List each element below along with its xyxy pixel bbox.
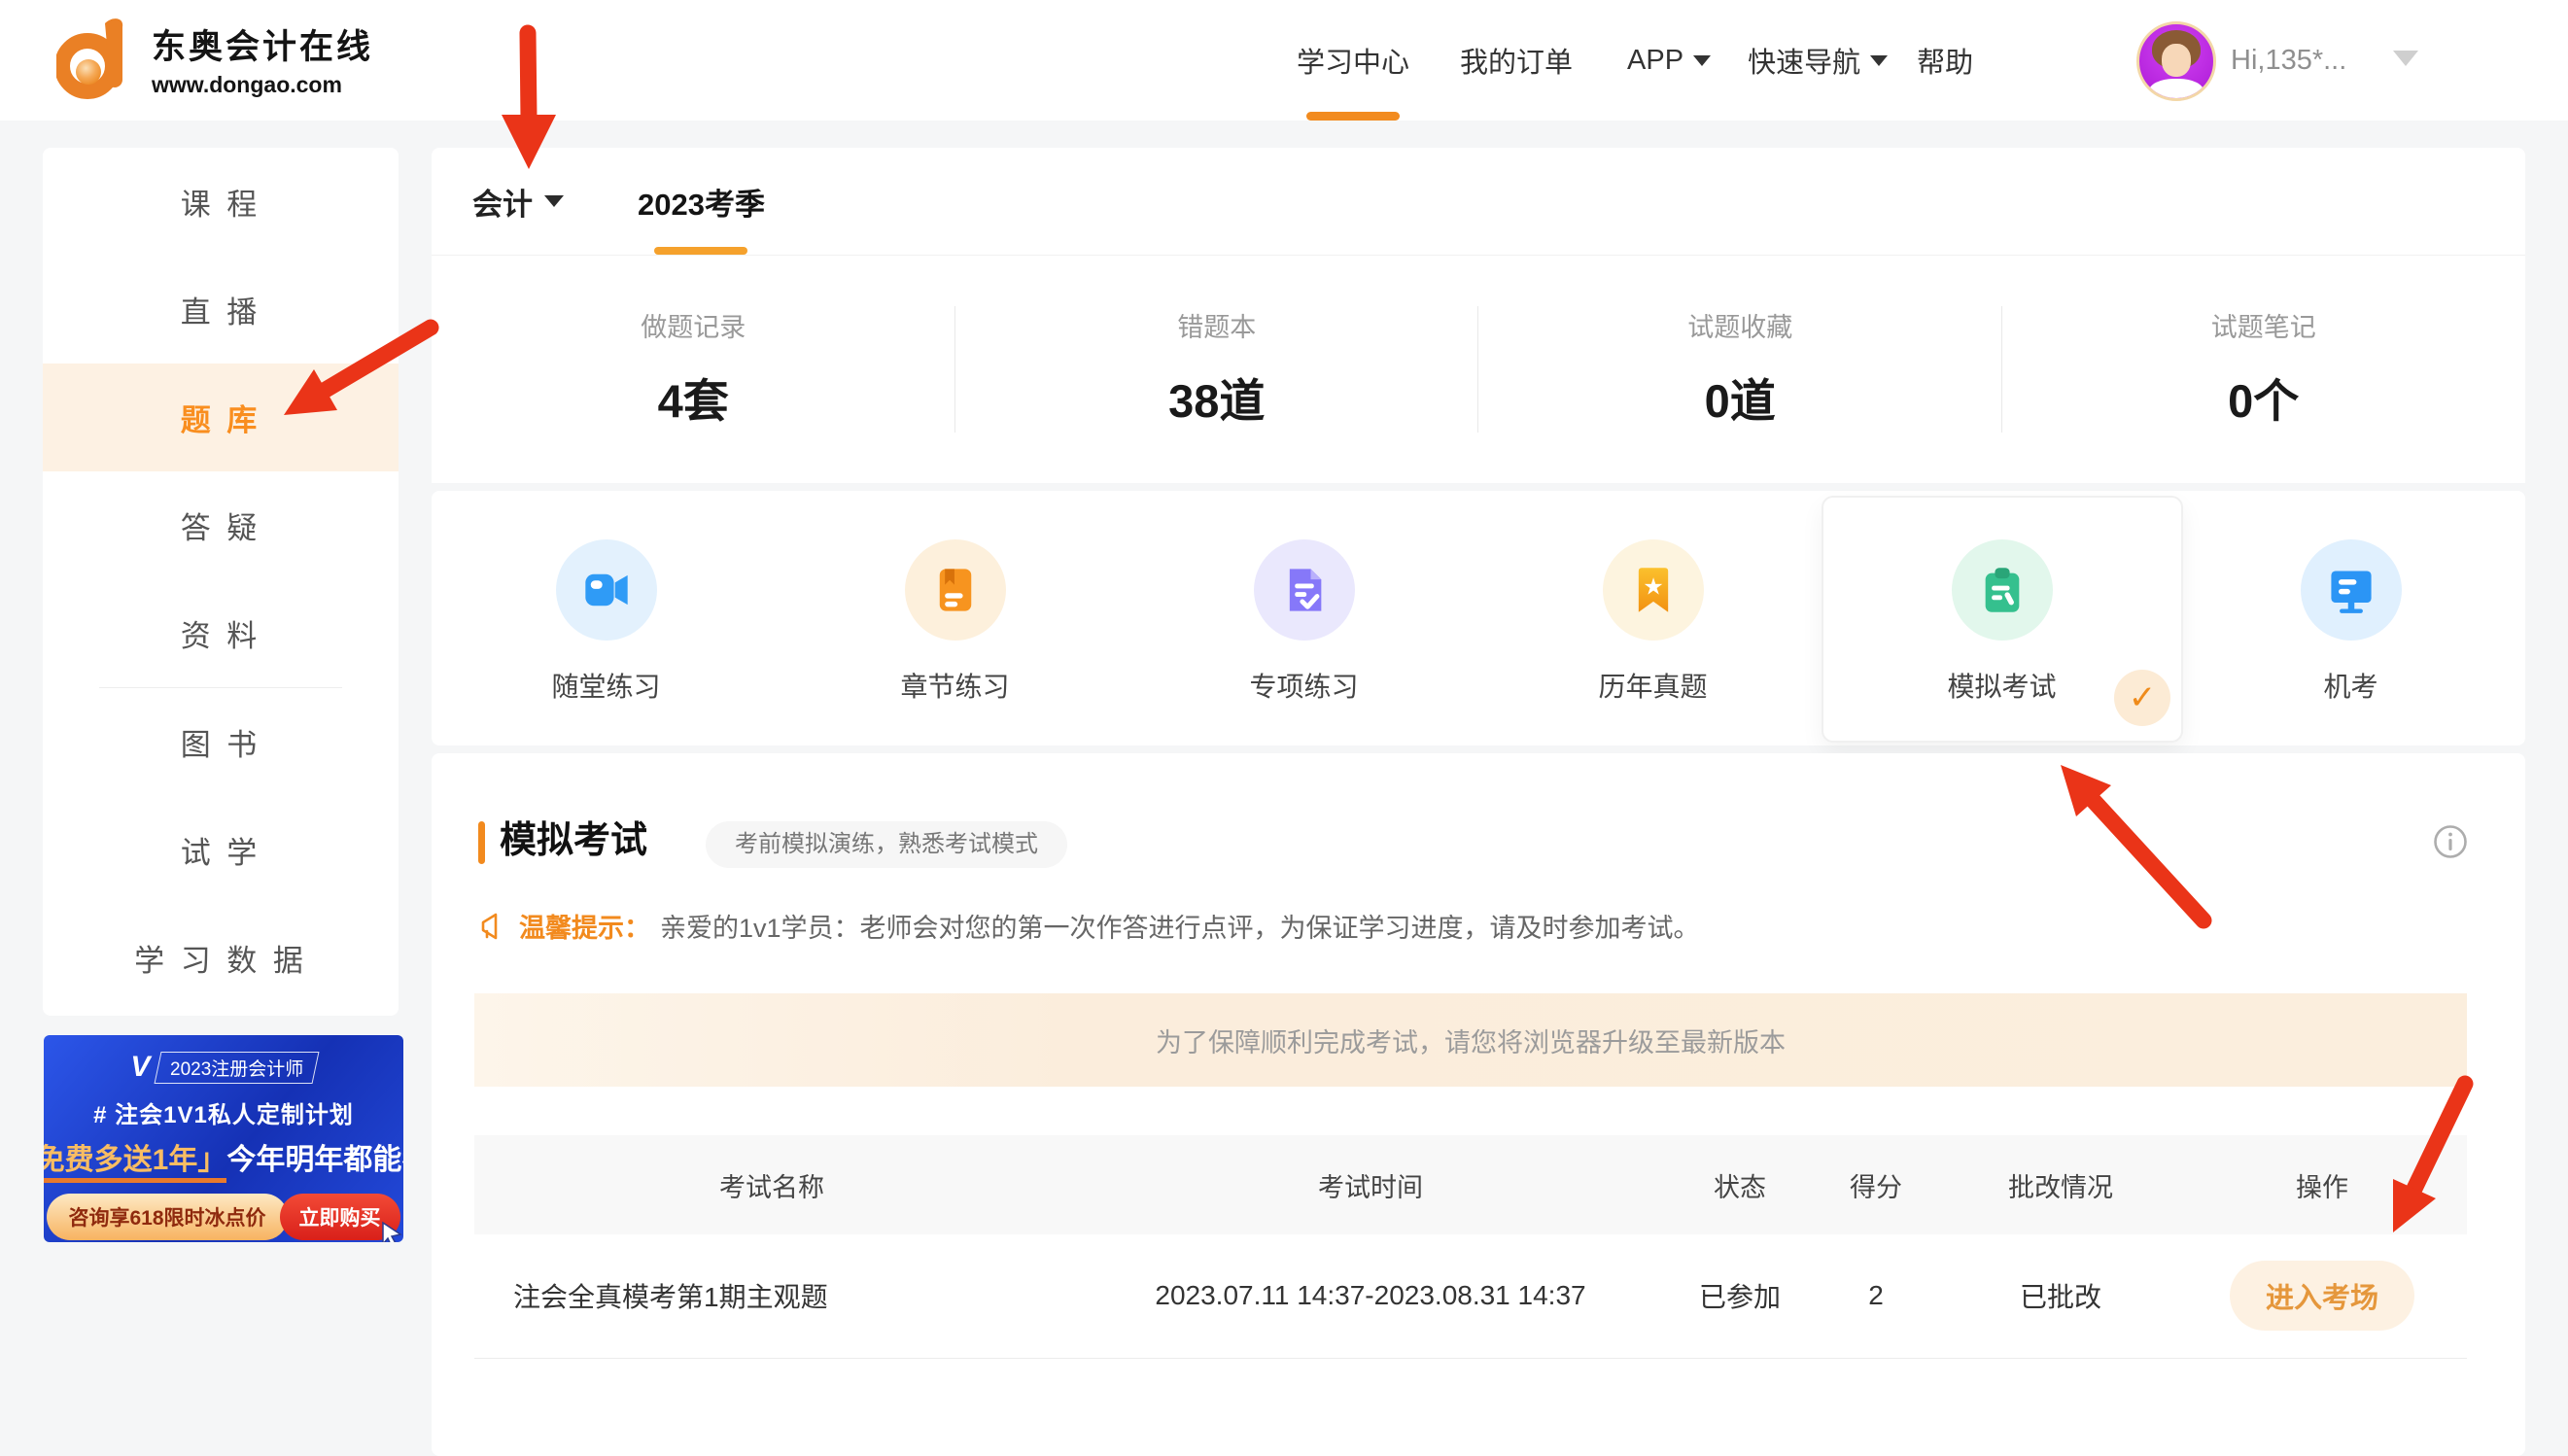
cell-exam-name: 注会全真模考第1期主观题 [474,1276,1069,1315]
ad-headline: # 注会1V1私人定制计划 [93,1095,354,1129]
cursor-icon [379,1221,403,1242]
monitor-icon [2301,539,2402,641]
sidebar-item-study-data[interactable]: 学 习 数 据 [43,904,399,1012]
chevron-down-icon [1870,55,1888,66]
user-menu-chevron-icon[interactable] [2393,51,2418,66]
site-title: 东奥会计在线 [152,19,373,69]
chevron-down-icon [544,195,564,207]
chevron-down-icon [1693,55,1711,66]
mode-special-practice[interactable]: 专项练习 [1129,491,1478,745]
sidebar-item-question-bank[interactable]: 题 库 [43,364,399,471]
svg-text:★: ★ [1643,573,1663,600]
header-score: 得分 [1808,1166,1944,1204]
row-divider [474,1358,2467,1359]
video-camera-icon [556,539,657,641]
document-check-icon [1254,539,1355,641]
nav-quick-links[interactable]: 快速导航 [1748,0,1888,121]
enter-exam-button[interactable]: 进入考场 [2230,1261,2414,1331]
tip-row: 温馨提示： 亲爱的1v1学员：老师会对您的第一次作答进行点评，为保证学习进度，请… [478,907,1700,945]
ad-buy-button[interactable]: 立即购买 [280,1194,400,1240]
header-exam-name: 考试名称 [474,1166,1069,1204]
tip-label: 温馨提示： [519,907,650,945]
selected-check-icon [2114,670,2170,726]
table-row: 注会全真模考第1期主观题 2023.07.11 14:37-2023.08.31… [474,1234,2467,1357]
nav-study-center[interactable]: 学习中心 [1297,0,1409,121]
ad-consult-button[interactable]: 咨询享618限时冰点价 [47,1194,287,1240]
page: 东奥会计在线 www.dongao.com 学习中心 我的订单 APP 快速导航… [0,0,2568,1456]
sidebar: 课 程 直 播 题 库 答 疑 资 料 图 书 试 学 学 习 数 据 [43,148,399,1016]
sidebar-item-trial[interactable]: 试 学 [43,796,399,904]
ad-v-logo: V [130,1051,150,1084]
subject-dropdown[interactable]: 会计 [472,180,564,224]
mode-past-exams[interactable]: ★ 历年真题 [1478,491,1827,745]
tip-text: 亲爱的1v1学员：老师会对您的第一次作答进行点评，为保证学习进度，请及时参加考试… [660,907,1700,945]
book-icon [905,539,1006,641]
browser-upgrade-notice: 为了保障顺利完成考试，请您将浏览器升级至最新版本 [474,993,2467,1087]
sidebar-item-qa[interactable]: 答 疑 [43,471,399,579]
exam-table: 考试名称 考试时间 状态 得分 批改情况 操作 注会全真模考第1期主观题 202… [474,1135,2467,1357]
stat-practice-record[interactable]: 做题记录 4套 [432,256,955,483]
top-header: 东奥会计在线 www.dongao.com 学习中心 我的订单 APP 快速导航… [0,0,2568,121]
header-review: 批改情况 [1944,1166,2177,1204]
mode-chapter-practice[interactable]: 章节练习 [781,491,1129,745]
cell-review: 已批改 [1944,1276,2177,1315]
ad-highlight: 「免费多送1年」 [44,1144,226,1183]
header-action: 操作 [2177,1166,2467,1204]
sidebar-item-books[interactable]: 图 书 [43,688,399,796]
title-accent-bar [478,821,485,864]
mock-exam-section: 模拟考试 考前模拟演练，熟悉考试模式 温馨提示： 亲爱的1v1学员：老师会对您的… [432,753,2525,1456]
dongao-logo-icon [56,16,134,101]
top-nav: 学习中心 我的订单 APP 快速导航 帮助 [1297,0,1973,121]
avatar[interactable] [2136,21,2216,101]
section-title: 模拟考试 [500,810,647,863]
ad-badge-text: 2023注册会计师 [170,1055,303,1081]
cell-exam-time: 2023.07.11 14:37-2023.08.31 14:37 [1069,1280,1672,1311]
user-greeting: Hi,135*... [2231,0,2346,121]
site-url: www.dongao.com [152,72,373,98]
promo-banner[interactable]: V 2023注册会计师 # 注会1V1私人定制计划 「免费多送1年」今年明年都能… [44,1035,403,1242]
tab-2023-season[interactable]: 2023考季 [638,148,765,255]
cell-score: 2 [1808,1280,1944,1311]
cell-status: 已参加 [1672,1276,1808,1315]
clipboard-icon [1952,539,2053,641]
header-exam-time: 考试时间 [1069,1166,1672,1204]
mode-class-practice[interactable]: 随堂练习 [432,491,781,745]
nav-app[interactable]: APP [1627,0,1711,121]
sidebar-item-live[interactable]: 直 播 [43,256,399,364]
logo[interactable]: 东奥会计在线 www.dongao.com [56,16,373,101]
sidebar-item-courses[interactable]: 课 程 [43,148,399,256]
stats-card: 做题记录 4套 错题本 38道 试题收藏 0道 试题笔记 0个 [432,256,2525,483]
table-header-row: 考试名称 考试时间 状态 得分 批改情况 操作 [474,1135,2467,1234]
info-icon[interactable] [2432,823,2469,865]
megaphone-icon [478,911,509,942]
stat-favorites[interactable]: 试题收藏 0道 [1478,256,2002,483]
stat-notes[interactable]: 试题笔记 0个 [2002,256,2526,483]
section-subtitle-badge: 考前模拟演练，熟悉考试模式 [706,821,1067,868]
ad-subline: 今年明年都能考! [226,1144,403,1176]
nav-help[interactable]: 帮助 [1917,0,1973,121]
subject-tab-bar: 会计 2023考季 [432,148,2525,256]
stat-wrong-questions[interactable]: 错题本 38道 [955,256,1479,483]
header-status: 状态 [1672,1166,1808,1204]
practice-modes-card: 随堂练习 章节练习 [432,491,2525,745]
sidebar-item-materials[interactable]: 资 料 [43,579,399,687]
nav-my-orders[interactable]: 我的订单 [1460,0,1573,121]
mode-computer-exam[interactable]: 机考 [2176,491,2525,745]
star-ribbon-icon: ★ [1603,539,1704,641]
